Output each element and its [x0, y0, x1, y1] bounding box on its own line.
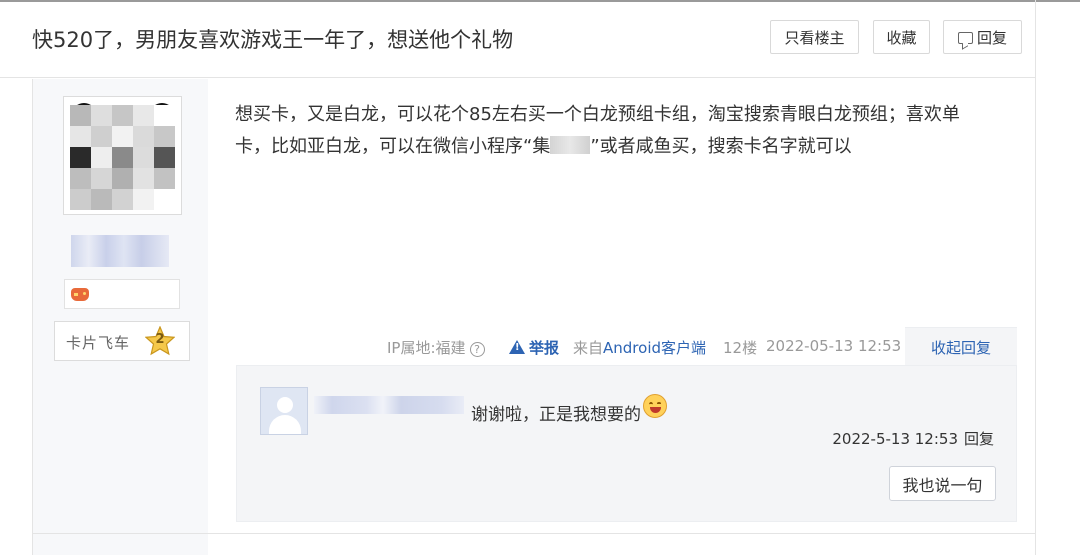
post-content: 想买卡，又是白龙，可以花个85左右买一个白龙预组卡组，淘宝搜索青眼白龙预组；喜欢…	[235, 99, 1015, 163]
reply-button[interactable]: 回复	[943, 20, 1022, 54]
client-prefix: 来自	[573, 339, 604, 357]
ip-location: IP属地:福建?	[387, 337, 485, 358]
reply-button-label: 回复	[976, 28, 1007, 47]
post-content-line-2-before: 卡，比如亚白龙，可以在微信小程序“集	[235, 136, 551, 157]
reply-icon	[957, 32, 973, 44]
warning-icon	[509, 340, 525, 354]
smile-emoji-icon	[643, 394, 667, 418]
say-something-button[interactable]: 我也说一句	[889, 466, 996, 501]
author-sidebar: 卡片飞车 2	[32, 79, 208, 555]
content-right-border	[1035, 0, 1036, 555]
only-op-button[interactable]: 只看楼主	[770, 20, 859, 54]
help-icon[interactable]: ?	[469, 342, 485, 357]
post-content-line-2: 卡，比如亚白龙，可以在微信小程序“集 ”或者咸鱼买，搜索卡名字就可以	[235, 131, 1015, 163]
collapse-replies-button[interactable]: 收起回复	[905, 327, 1017, 366]
star-badge-icon: 2	[144, 325, 176, 356]
sub-reply-time: 2022-5-13 12:53	[832, 430, 958, 448]
author-avatar[interactable]	[63, 96, 182, 215]
redacted-text	[550, 136, 591, 154]
favorite-button[interactable]: 收藏	[873, 20, 930, 54]
sub-reply-meta: 2022-5-13 12:53 回复	[832, 428, 994, 449]
sub-reply-text: 谢谢啦，正是我想要的	[471, 394, 667, 425]
report-label: 举报	[529, 339, 560, 357]
sub-reply-message: 谢谢啦，正是我想要的	[471, 405, 641, 425]
avatar-pixelated-image	[70, 105, 175, 210]
replier-name-redacted[interactable]	[314, 396, 464, 414]
badge-label: 卡片飞车	[66, 334, 131, 352]
post-bottom-divider	[32, 533, 1035, 534]
post-content-line-1: 想买卡，又是白龙，可以花个85左右买一个白龙预组卡组，淘宝搜索青眼白龙预组；喜欢…	[235, 104, 960, 125]
thread-header: 快520了，男朋友喜欢游戏王一年了，想送他个礼物 只看楼主 收藏 回复	[0, 2, 1035, 78]
thread-title: 快520了，男朋友喜欢游戏王一年了，想送他个礼物	[32, 28, 514, 52]
sub-reply-link[interactable]: 回复	[964, 430, 994, 448]
replier-avatar[interactable]	[260, 387, 308, 435]
ip-location-text: IP属地:福建	[387, 339, 466, 357]
badge-level: 2	[155, 332, 165, 347]
game-controller-icon	[71, 288, 89, 301]
default-avatar-head	[277, 397, 293, 413]
author-name-redacted[interactable]	[71, 235, 169, 267]
client-link[interactable]: Android客户端	[603, 339, 706, 357]
report-link[interactable]: 举报	[509, 337, 559, 358]
post-datetime: 2022-05-13 12:53	[766, 337, 902, 355]
sub-replies-panel: 谢谢啦，正是我想要的 2022-5-13 12:53 回复 我也说一句	[236, 365, 1017, 522]
post-content-line-2-after: ”或者咸鱼买，搜索卡名字就可以	[590, 136, 852, 157]
default-avatar-body	[269, 415, 301, 434]
post-meta-row: IP属地:福建? 举报 来自Android客户端 12楼 2022-05-13 …	[208, 327, 1035, 366]
client-source: 来自Android客户端	[573, 337, 706, 358]
author-level-box	[64, 279, 180, 309]
floor-number: 12楼	[723, 339, 758, 357]
post-floor-12: 卡片飞车 2 想买卡，又是白龙，可以花个85左右买一个白龙预组卡组，淘宝搜索青眼…	[32, 79, 1035, 555]
author-badge[interactable]: 卡片飞车 2	[54, 321, 190, 361]
